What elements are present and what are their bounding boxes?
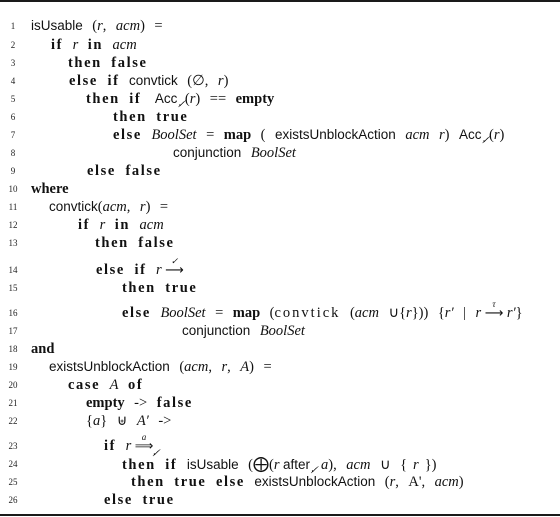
function-name: convtick (129, 73, 178, 88)
top-rule (0, 0, 560, 2)
keyword-case: case (68, 377, 101, 393)
line-number: 20 (8, 380, 18, 390)
line-number: 22 (8, 416, 18, 426)
line-number: 24 (8, 459, 18, 469)
keyword-then: then (86, 91, 120, 107)
keyword-map: map (223, 127, 252, 143)
tick-transition-arrow: ✓ ⟶ (165, 256, 184, 278)
line-number: 10 (8, 184, 18, 194)
line-number: 3 (10, 58, 16, 68)
var-acm: acm (112, 37, 137, 53)
line-number: 9 (10, 166, 16, 176)
keyword-else: else (69, 73, 98, 89)
keyword-false: false (111, 55, 148, 71)
line-number: 8 (10, 148, 16, 158)
keyword-where: where (31, 181, 69, 197)
line-number: 21 (8, 398, 18, 408)
keyword-if: if (129, 91, 142, 107)
keyword-of: of (128, 377, 144, 393)
line-number: 11 (8, 202, 18, 212)
bottom-rule (0, 514, 560, 516)
line-number: 4 (10, 76, 16, 86)
var-acm: acm (115, 18, 141, 34)
equals: = (154, 18, 163, 34)
double-equals: == (209, 91, 227, 107)
line-number: 19 (8, 362, 18, 372)
line-number: 26 (8, 495, 18, 505)
keyword-if: if (51, 37, 64, 53)
line-number: 17 (8, 326, 18, 336)
keyword-false: false (125, 163, 162, 179)
oplus-operator: ⨁ (252, 454, 269, 473)
var-boolset: BoolSet (151, 127, 197, 143)
tau-transition-arrow: τ ⟶ (484, 299, 504, 321)
keyword-then: then (68, 55, 102, 71)
line-number: 2 (10, 40, 16, 50)
line-number: 6 (10, 112, 16, 122)
keyword-if: if (107, 73, 120, 89)
function-name: convtick (274, 305, 341, 321)
function-name: isUsable (31, 18, 83, 33)
line-number: 12 (8, 220, 18, 230)
line-number: 23 (8, 441, 18, 451)
keyword-true: true (156, 109, 189, 125)
line-number: 15 (8, 283, 18, 293)
acc-function: Acc (154, 91, 178, 106)
keyword-then: then (113, 109, 147, 125)
keyword-else: else (113, 127, 142, 143)
function-name: existsUnblockAction (275, 127, 396, 142)
keyword-in: in (87, 37, 104, 53)
keyword-and: and (31, 341, 55, 357)
var-r: r (72, 37, 79, 53)
weak-action-arrow: a ⟹ ✓̸ (134, 432, 160, 458)
keyword-else: else (87, 163, 116, 179)
acc-function: Acc (458, 127, 482, 142)
line-number: 7 (10, 130, 16, 140)
line-number: 25 (8, 477, 18, 487)
keyword-empty: empty (235, 91, 275, 107)
emptyset: ∅ (192, 73, 205, 89)
function-name: convtick (49, 199, 98, 214)
line-number: 14 (8, 265, 18, 275)
line-number: 18 (8, 344, 18, 354)
line-number: 13 (8, 238, 18, 248)
line-number: 1 (10, 21, 16, 31)
line-number: 16 (8, 308, 18, 318)
function-name: conjunction (173, 145, 242, 160)
line-number: 5 (10, 94, 16, 104)
